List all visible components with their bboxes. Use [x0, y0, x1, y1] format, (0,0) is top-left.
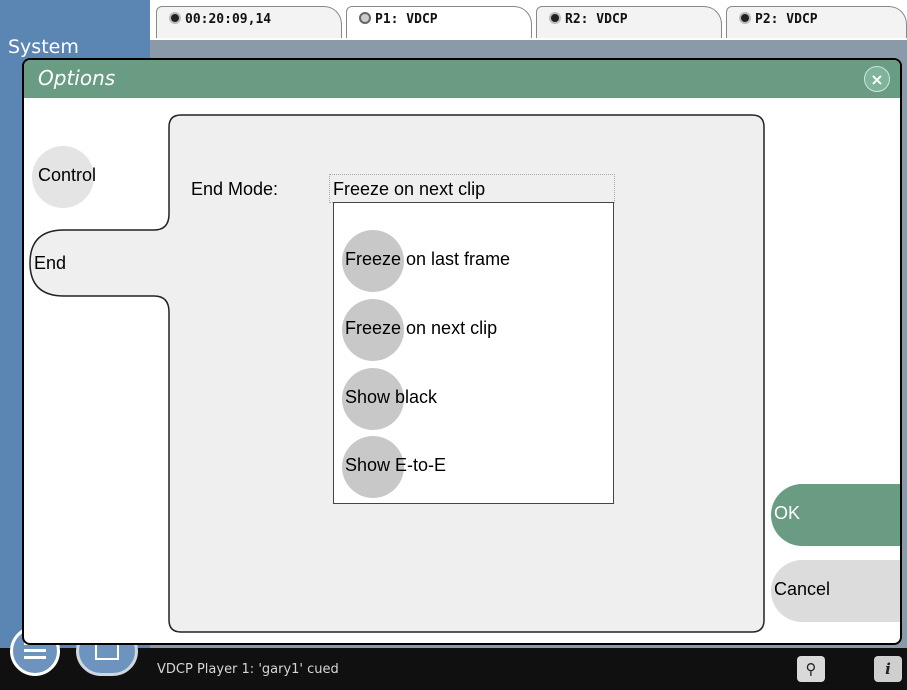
option-freeze-next-clip[interactable]: Freeze on next clip	[342, 299, 602, 361]
connection-icon[interactable]: ⚲	[797, 656, 825, 682]
end-mode-dropdown[interactable]: Freeze on next clip	[329, 174, 615, 203]
tab-label: 00:20:09,14	[185, 12, 272, 27]
app-root: System 00:20:09,14 P1: VDCP R2: VDCP P2:…	[0, 0, 907, 690]
tab-p2-vdcp[interactable]: P2: VDCP	[726, 6, 907, 38]
option-label: Show E-to-E	[345, 455, 447, 475]
option-label: Freeze on next clip	[345, 318, 498, 338]
options-dialog: Options × Control End End Mode: Freeze o…	[22, 58, 902, 645]
ok-button[interactable]: OK	[771, 484, 900, 546]
channel-tab-bar: 00:20:09,14 P1: VDCP R2: VDCP P2: VDCP	[150, 0, 907, 40]
ok-button-label: OK	[774, 503, 801, 523]
tab-label: P1: VDCP	[375, 12, 438, 27]
status-dot-icon	[359, 12, 371, 24]
nav-item-end[interactable]: End	[34, 253, 66, 274]
list-icon-line	[24, 649, 46, 652]
list-icon-line	[24, 656, 46, 659]
sidebar-system-label: System	[8, 36, 79, 58]
tab-timecode[interactable]: 00:20:09,14	[156, 6, 342, 38]
tab-label: P2: VDCP	[755, 12, 818, 27]
end-mode-label: End Mode:	[191, 179, 279, 199]
cancel-button[interactable]: Cancel	[771, 560, 900, 622]
end-mode-options-list: Freeze on last frame Freeze on next clip…	[333, 202, 614, 504]
status-dot-icon	[169, 12, 181, 24]
option-label: Show black	[345, 387, 438, 407]
option-label: Freeze on last frame	[345, 249, 511, 269]
nav-item-control[interactable]: Control	[32, 146, 152, 208]
nav-control-label: Control	[38, 165, 97, 185]
cancel-button-label: Cancel	[774, 579, 831, 599]
status-message: VDCP Player 1: 'gary1' cued	[157, 662, 339, 677]
tab-label: R2: VDCP	[565, 12, 628, 27]
tab-p1-vdcp[interactable]: P1: VDCP	[346, 6, 532, 38]
option-freeze-last-frame[interactable]: Freeze on last frame	[342, 230, 602, 292]
option-show-black[interactable]: Show black	[342, 368, 602, 430]
status-dot-icon	[549, 12, 561, 24]
tab-r2-vdcp[interactable]: R2: VDCP	[536, 6, 722, 38]
option-show-e-to-e[interactable]: Show E-to-E	[342, 436, 602, 498]
status-dot-icon	[739, 12, 751, 24]
info-icon[interactable]: i	[874, 656, 902, 682]
